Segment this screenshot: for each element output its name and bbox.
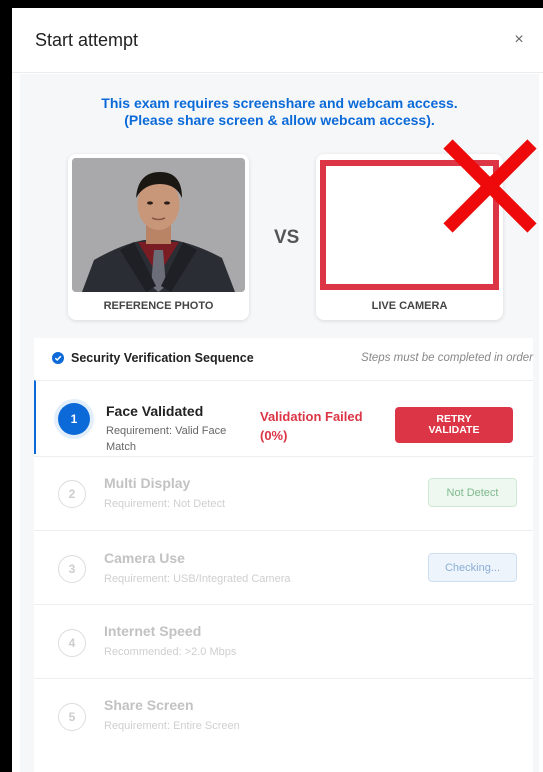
live-camera-feed bbox=[320, 160, 499, 290]
step-requirement-share-screen: Requirement: Entire Screen bbox=[104, 720, 240, 732]
step-face-validated: 1 Face Validated Requirement: Valid Face… bbox=[34, 380, 533, 454]
sequence-title: Security Verification Sequence bbox=[71, 351, 254, 365]
reference-photo-card: REFERENCE PHOTO bbox=[68, 154, 249, 320]
validation-status-line-2: (0%) bbox=[260, 428, 288, 443]
modal-title: Start attempt bbox=[35, 29, 139, 50]
step-title-multi-display: Multi Display bbox=[104, 475, 191, 491]
sequence-title-wrap: Security Verification Sequence bbox=[52, 351, 254, 365]
camera-use-badge: Checking... bbox=[428, 553, 517, 582]
step-number-3: 3 bbox=[58, 555, 86, 583]
screen-frame: Start attempt × This exam requires scree… bbox=[0, 0, 543, 772]
access-notice: This exam requires screenshare and webca… bbox=[20, 95, 539, 129]
reference-photo-label: REFERENCE PHOTO bbox=[103, 300, 214, 312]
modal-body: This exam requires screenshare and webca… bbox=[20, 74, 539, 772]
step-camera-use: 3 Camera Use Requirement: USB/Integrated… bbox=[34, 530, 533, 604]
requirement-line-1: Requirement: Valid Face bbox=[106, 425, 227, 437]
retry-validate-button[interactable]: RETRY VALIDATE bbox=[395, 407, 513, 443]
modal-header: Start attempt × bbox=[12, 8, 543, 73]
retry-label-line-2: VALIDATE bbox=[428, 424, 480, 436]
step-title-camera-use: Camera Use bbox=[104, 550, 185, 566]
notice-line-1: This exam requires screenshare and webca… bbox=[101, 95, 458, 111]
step-title-internet-speed: Internet Speed bbox=[104, 623, 202, 639]
step-title-share-screen: Share Screen bbox=[104, 697, 194, 713]
check-circle-icon bbox=[52, 352, 64, 364]
step-requirement-internet-speed: Recommended: >2.0 Mbps bbox=[104, 646, 237, 658]
security-verification-panel: Security Verification Sequence Steps mus… bbox=[34, 338, 533, 772]
validation-status: Validation Failed (0%) bbox=[260, 407, 380, 445]
step-requirement-camera-use: Requirement: USB/Integrated Camera bbox=[104, 573, 291, 585]
requirement-line-2: Match bbox=[106, 441, 136, 453]
start-attempt-modal: Start attempt × This exam requires scree… bbox=[12, 8, 543, 772]
live-camera-label: LIVE CAMERA bbox=[371, 300, 448, 312]
reference-photo-image bbox=[72, 158, 245, 292]
reference-photo bbox=[72, 158, 245, 292]
step-title-face-validated: Face Validated bbox=[106, 403, 204, 419]
step-number-4: 4 bbox=[58, 629, 86, 657]
step-requirement-face-validated: Requirement: Valid Face Match bbox=[106, 423, 226, 455]
live-camera-card: LIVE CAMERA bbox=[316, 154, 503, 320]
close-icon[interactable]: × bbox=[509, 30, 529, 50]
sequence-note: Steps must be completed in order bbox=[361, 352, 533, 364]
step-number-1: 1 bbox=[58, 403, 90, 435]
step-requirement-multi-display: Requirement: Not Detect bbox=[104, 498, 226, 510]
sequence-header: Security Verification Sequence Steps mus… bbox=[34, 338, 533, 378]
step-multi-display: 2 Multi Display Requirement: Not Detect … bbox=[34, 456, 533, 530]
multi-display-badge: Not Detect bbox=[428, 478, 517, 507]
vs-label: VS bbox=[274, 227, 300, 248]
step-share-screen: 5 Share Screen Requirement: Entire Scree… bbox=[34, 678, 533, 758]
step-internet-speed: 4 Internet Speed Recommended: >2.0 Mbps bbox=[34, 604, 533, 678]
validation-status-line-1: Validation Failed bbox=[260, 409, 363, 424]
step-number-5: 5 bbox=[58, 703, 86, 731]
step-number-2: 2 bbox=[58, 480, 86, 508]
notice-line-2: (Please share screen & allow webcam acce… bbox=[124, 112, 435, 128]
